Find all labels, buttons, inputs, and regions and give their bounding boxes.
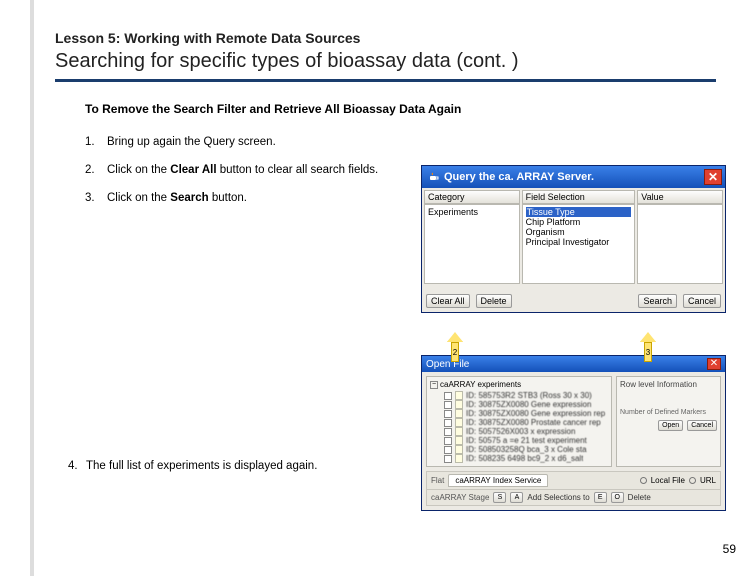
toolbar-button[interactable]: S xyxy=(493,492,506,503)
index-service-tab[interactable]: caARRAY Index Service xyxy=(448,474,548,487)
preview-sublabel: Number of Defined Markers xyxy=(620,409,717,416)
checkbox[interactable] xyxy=(444,419,452,427)
close-icon[interactable]: ✕ xyxy=(704,169,722,185)
checkbox[interactable] xyxy=(444,428,452,436)
search-button[interactable]: Search xyxy=(638,294,677,308)
close-icon[interactable]: ✕ xyxy=(707,358,721,370)
open-file-titlebar: Open File ✕ xyxy=(422,356,725,372)
url-radio[interactable] xyxy=(689,477,696,484)
value-list[interactable] xyxy=(637,204,723,284)
file-icon xyxy=(455,454,463,463)
cancel-button[interactable]: Cancel xyxy=(683,294,721,308)
query-window-title: Query the ca. ARRAY Server. xyxy=(444,171,704,183)
checkbox[interactable] xyxy=(444,392,452,400)
query-window-titlebar: Query the ca. ARRAY Server. ✕ xyxy=(422,166,725,188)
file-icon xyxy=(455,445,463,454)
step-1: 1.Bring up again the Query screen. xyxy=(85,136,385,148)
file-icon xyxy=(455,427,463,436)
file-icon xyxy=(455,436,463,445)
column-field-header: Field Selection xyxy=(522,190,636,204)
preview-panel: Row level Information Number of Defined … xyxy=(616,376,721,467)
file-icon xyxy=(455,400,463,409)
step-3: 3.Click on the Search button. xyxy=(85,192,385,204)
checkbox[interactable] xyxy=(444,410,452,418)
page-number: 59 xyxy=(723,542,736,556)
delete-button[interactable]: Delete xyxy=(476,294,512,308)
java-icon xyxy=(428,171,440,183)
step-4: 4.The full list of experiments is displa… xyxy=(68,460,328,472)
step-2: 2.Click on the Clear All button to clear… xyxy=(85,164,385,176)
experiment-tree[interactable]: −caARRAY experiments ID: 585753R2 STB3 (… xyxy=(426,376,612,467)
checkbox[interactable] xyxy=(444,437,452,445)
query-window: Query the ca. ARRAY Server. ✕ Category E… xyxy=(421,165,726,313)
open-file-window: Open File ✕ −caARRAY experiments ID: 585… xyxy=(421,355,726,511)
header: Lesson 5: Working with Remote Data Sourc… xyxy=(0,0,756,82)
collapse-icon[interactable]: − xyxy=(430,381,438,389)
checkbox[interactable] xyxy=(444,401,452,409)
column-category-header: Category xyxy=(424,190,520,204)
toolbar-button[interactable]: A xyxy=(510,492,523,503)
file-icon xyxy=(455,409,463,418)
source-tab-row: Flat caARRAY Index Service Local File UR… xyxy=(426,471,721,490)
toolbar-button[interactable]: O xyxy=(611,492,624,503)
category-list[interactable]: Experiments xyxy=(424,204,520,284)
file-type-row: caARRAY Stage S A Add Selections to E O … xyxy=(426,490,721,506)
checkbox[interactable] xyxy=(444,446,452,454)
file-icon xyxy=(455,418,463,427)
steps-list: 1.Bring up again the Query screen. 2.Cli… xyxy=(85,136,385,204)
clear-all-button[interactable]: Clear All xyxy=(426,294,470,308)
cancel-button[interactable]: Cancel xyxy=(687,420,717,431)
open-button[interactable]: Open xyxy=(658,420,683,431)
local-file-radio[interactable] xyxy=(640,477,647,484)
preview-label: Row level Information xyxy=(620,380,717,389)
lesson-label: Lesson 5: Working with Remote Data Sourc… xyxy=(55,30,716,46)
file-icon xyxy=(455,391,463,400)
column-value-header: Value xyxy=(637,190,723,204)
checkbox[interactable] xyxy=(444,455,452,463)
field-selection-list[interactable]: Tissue Type Chip Platform Organism Princ… xyxy=(522,204,636,284)
callout-2: 2 xyxy=(447,332,463,362)
page-title: Searching for specific types of bioassay… xyxy=(55,50,716,73)
toolbar-button[interactable]: E xyxy=(594,492,607,503)
callout-3: 3 xyxy=(640,332,656,362)
section-subhead: To Remove the Search Filter and Retrieve… xyxy=(85,102,726,116)
